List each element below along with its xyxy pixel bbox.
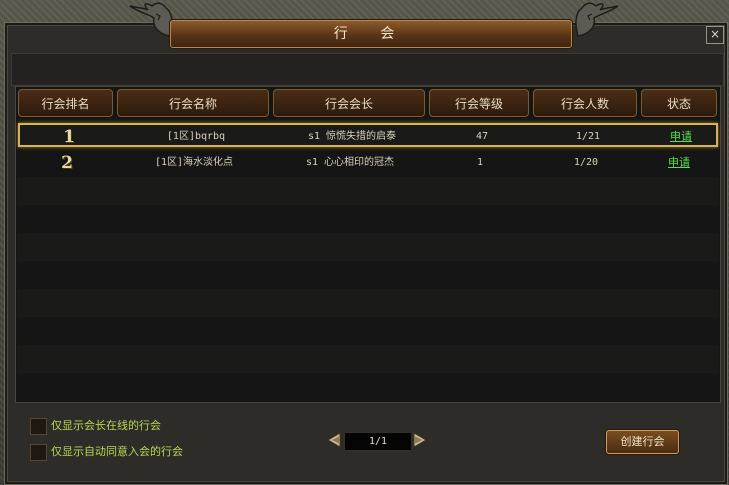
leader-online-checkbox[interactable] [30, 418, 47, 435]
auto-accept-label: 仅显示自动同意入会的行会 [51, 445, 183, 458]
guild-rank: 1 [63, 127, 75, 147]
column-header-rank[interactable]: 行会排名 [18, 89, 113, 117]
guild-members: 1/21 [575, 131, 601, 142]
column-header-name[interactable]: 行会名称 [117, 89, 269, 117]
guild-table: 行会排名 行会名称 行会会长 行会等级 行会人数 状态 1 [1区]bqrbq … [15, 86, 721, 403]
table-row-background [17, 373, 719, 401]
table-row-background [17, 233, 719, 261]
guild-leader: s1 惊慌失措的启泰 [307, 131, 397, 142]
create-guild-button[interactable]: 创建行会 [606, 430, 679, 454]
window-title-bar[interactable]: 行 会 [170, 20, 572, 48]
table-row-background [17, 261, 719, 289]
guild-status: 申请 [640, 151, 718, 175]
top-info-band [11, 53, 724, 86]
guild-rank: 2 [61, 153, 73, 173]
table-row-background [17, 289, 719, 317]
next-page-arrow-icon[interactable] [410, 431, 428, 449]
column-header-leader[interactable]: 行会会长 [273, 89, 425, 117]
left-dragon-ornament-icon [129, 2, 173, 37]
auto-accept-checkbox[interactable] [30, 444, 47, 461]
previous-page-arrow-icon[interactable] [326, 431, 344, 449]
table-row-background [17, 177, 719, 205]
close-button[interactable]: × [706, 26, 724, 44]
window-title: 行 会 [333, 26, 409, 42]
guild-status: 申请 [642, 125, 720, 149]
column-header-status[interactable]: 状态 [641, 89, 717, 117]
table-row-background [17, 317, 719, 345]
table-row[interactable]: 2 [1区]海水淡化点 s1 心心相印的冠杰 1 1/20 申请 [18, 151, 718, 175]
table-row[interactable]: 1 [1区]bqrbq s1 惊慌失措的启泰 47 1/21 申请 [18, 123, 718, 147]
pager: 1/1 [326, 430, 428, 452]
table-row-background [17, 205, 719, 233]
guild-name: [1区]海水淡化点 [154, 157, 234, 168]
guild-level: 1 [476, 157, 484, 168]
column-header-members[interactable]: 行会人数 [533, 89, 637, 117]
leader-online-label: 仅显示会长在线的行会 [51, 419, 161, 432]
column-header-level[interactable]: 行会等级 [429, 89, 529, 117]
table-row-background [17, 345, 719, 373]
guild-members: 1/20 [573, 157, 599, 168]
apply-link[interactable]: 申请 [670, 130, 692, 143]
page-indicator: 1/1 [344, 432, 412, 451]
guild-name: [1区]bqrbq [166, 131, 226, 142]
guild-level: 47 [475, 131, 489, 142]
guild-leader: s1 心心相印的冠杰 [305, 157, 395, 168]
right-dragon-ornament-icon [575, 2, 619, 37]
apply-link[interactable]: 申请 [668, 156, 690, 169]
